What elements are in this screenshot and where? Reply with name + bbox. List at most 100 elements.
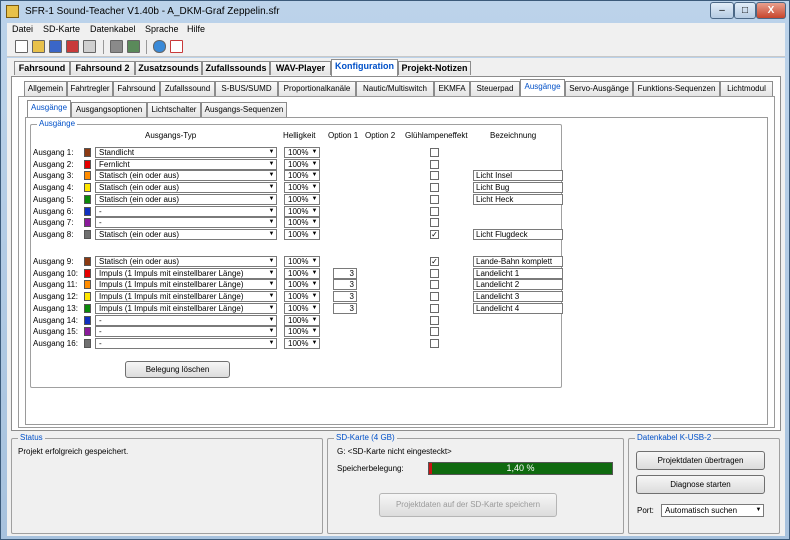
option1-input[interactable]: 3 (333, 279, 357, 290)
helligkeit-select[interactable]: 100% ▼ (284, 279, 320, 290)
tab-konfiguration[interactable]: Konfiguration (331, 59, 398, 76)
tab-projekt-notizen[interactable]: Projekt-Notizen (398, 61, 471, 75)
ausgangs-typ-select[interactable]: Impuls (1 Impuls mit einstellbarer Länge… (95, 279, 277, 290)
ausgangs-typ-select[interactable]: Impuls (1 Impuls mit einstellbarer Länge… (95, 303, 277, 314)
helligkeit-select[interactable]: 100% ▼ (284, 291, 320, 302)
helligkeit-select[interactable]: 100% ▼ (284, 170, 320, 181)
menu-sd-karte[interactable]: SD-Karte (43, 24, 80, 34)
bezeichnung-input[interactable]: Licht Flugdeck (473, 229, 563, 240)
ausgangs-typ-select[interactable]: Impuls (1 Impuls mit einstellbarer Länge… (95, 268, 277, 279)
bezeichnung-input[interactable]: Landelicht 1 (473, 268, 563, 279)
helligkeit-select[interactable]: 100% ▼ (284, 147, 320, 158)
helligkeit-select[interactable]: 100% ▼ (284, 315, 320, 326)
gluehlampe-checkbox[interactable] (430, 218, 439, 227)
ausgangs-typ-select[interactable]: - ▼ (95, 315, 277, 326)
tab-proportionalkanaele[interactable]: Proportionalkanäle (278, 81, 356, 96)
gluehlampe-checkbox[interactable]: ✓ (430, 257, 439, 266)
gluehlampe-checkbox[interactable] (430, 304, 439, 313)
tab-fahrsound[interactable]: Fahrsound (14, 61, 70, 75)
print-icon[interactable] (83, 40, 96, 53)
settings-icon[interactable] (110, 40, 123, 53)
helligkeit-select[interactable]: 100% ▼ (284, 217, 320, 228)
save-as-icon[interactable] (66, 40, 79, 53)
helligkeit-select[interactable]: 100% ▼ (284, 194, 320, 205)
menu-sprache[interactable]: Sprache (145, 24, 179, 34)
gluehlampe-checkbox[interactable] (430, 195, 439, 204)
music-note-icon[interactable] (153, 40, 166, 53)
tab-lichtschalter[interactable]: Lichtschalter (147, 102, 201, 117)
tab-nautic-multiswitch[interactable]: Nautic/Multiswitch (356, 81, 434, 96)
save-icon[interactable] (49, 40, 62, 53)
menu-hilfe[interactable]: Hilfe (187, 24, 205, 34)
gluehlampe-checkbox[interactable] (430, 269, 439, 278)
ausgangs-typ-select[interactable]: Standlicht ▼ (95, 147, 277, 158)
gluehlampe-checkbox[interactable] (430, 183, 439, 192)
gluehlampe-checkbox[interactable] (430, 148, 439, 157)
tab-zufallssound[interactable]: Zufallssound (160, 81, 215, 96)
ausgangs-typ-select[interactable]: Statisch (ein oder aus) ▼ (95, 170, 277, 181)
tab-fahrsound-2[interactable]: Fahrsound 2 (70, 61, 135, 75)
helligkeit-select[interactable]: 100% ▼ (284, 303, 320, 314)
bezeichnung-input[interactable]: Lande-Bahn komplett (473, 256, 563, 267)
tab-fahrsound-sub[interactable]: Fahrsound (113, 81, 160, 96)
tab-ausgangsoptionen[interactable]: Ausgangsoptionen (71, 102, 147, 117)
projektdaten-uebertragen-button[interactable]: Projektdaten übertragen (636, 451, 765, 470)
ausgangs-typ-select[interactable]: - ▼ (95, 206, 277, 217)
tab-ausgangs-sequenzen[interactable]: Ausgangs-Sequenzen (201, 102, 287, 117)
helligkeit-select[interactable]: 100% ▼ (284, 229, 320, 240)
close-button[interactable]: X (756, 2, 786, 19)
sd-speichern-button[interactable]: Projektdaten auf der SD-Karte speichern (379, 493, 557, 517)
gluehlampe-checkbox[interactable] (430, 171, 439, 180)
gluehlampe-checkbox[interactable] (430, 280, 439, 289)
tab-ausgaenge[interactable]: Ausgänge (520, 79, 565, 96)
port-select[interactable]: Automatisch suchen ▼ (661, 504, 764, 517)
ausgangs-typ-select[interactable]: Fernlicht ▼ (95, 159, 277, 170)
helligkeit-select[interactable]: 100% ▼ (284, 338, 320, 349)
bezeichnung-input[interactable]: Licht Insel (473, 170, 563, 181)
tab-sbus-sumd[interactable]: S-BUS/SUMD (215, 81, 278, 96)
helligkeit-select[interactable]: 100% ▼ (284, 268, 320, 279)
helligkeit-select[interactable]: 100% ▼ (284, 206, 320, 217)
gluehlampe-checkbox[interactable] (430, 316, 439, 325)
gluehlampe-checkbox[interactable] (430, 160, 439, 169)
helligkeit-select[interactable]: 100% ▼ (284, 326, 320, 337)
ausgangs-typ-select[interactable]: Statisch (ein oder aus) ▼ (95, 194, 277, 205)
bezeichnung-input[interactable]: Landelicht 3 (473, 291, 563, 302)
helligkeit-select[interactable]: 100% ▼ (284, 256, 320, 267)
tab-allgemein[interactable]: Allgemein (24, 81, 67, 96)
bezeichnung-input[interactable]: Licht Bug (473, 182, 563, 193)
ausgangs-typ-select[interactable]: - ▼ (95, 217, 277, 228)
bezeichnung-input[interactable]: Landelicht 2 (473, 279, 563, 290)
tab-fahrtregler[interactable]: Fahrtregler (67, 81, 113, 96)
gluehlampe-checkbox[interactable] (430, 207, 439, 216)
maximize-button[interactable]: □ (734, 2, 756, 19)
bezeichnung-input[interactable]: Licht Heck (473, 194, 563, 205)
gluehlampe-checkbox[interactable] (430, 327, 439, 336)
option1-input[interactable]: 3 (333, 291, 357, 302)
ausgangs-typ-select[interactable]: Statisch (ein oder aus) ▼ (95, 229, 277, 240)
helligkeit-select[interactable]: 100% ▼ (284, 159, 320, 170)
new-file-icon[interactable] (15, 40, 28, 53)
tab-ekmfa[interactable]: EKMFA (434, 81, 470, 96)
open-folder-icon[interactable] (32, 40, 45, 53)
bezeichnung-input[interactable]: Landelicht 4 (473, 303, 563, 314)
tab-zusatzsounds[interactable]: Zusatzsounds (135, 61, 202, 75)
ausgangs-typ-select[interactable]: - ▼ (95, 338, 277, 349)
option1-input[interactable]: 3 (333, 303, 357, 314)
stop-icon[interactable] (127, 40, 140, 53)
tab-servo-ausgaenge[interactable]: Servo-Ausgänge (565, 81, 633, 96)
helligkeit-select[interactable]: 100% ▼ (284, 182, 320, 193)
belegung-loeschen-button[interactable]: Belegung löschen (125, 361, 230, 378)
gluehlampe-checkbox[interactable]: ✓ (430, 230, 439, 239)
tab-zufallssounds[interactable]: Zufallssounds (202, 61, 270, 75)
tab-funktions-sequenzen[interactable]: Funktions-Sequenzen (633, 81, 720, 96)
ausgangs-typ-select[interactable]: Statisch (ein oder aus) ▼ (95, 182, 277, 193)
tab-wav-player[interactable]: WAV-Player (270, 61, 331, 75)
ausgangs-typ-select[interactable]: Impuls (1 Impuls mit einstellbarer Länge… (95, 291, 277, 302)
option1-input[interactable]: 3 (333, 268, 357, 279)
menu-datei[interactable]: Datei (12, 24, 33, 34)
tab-lichtmodul[interactable]: Lichtmodul (720, 81, 773, 96)
minimize-button[interactable]: – (710, 2, 734, 19)
menu-datenkabel[interactable]: Datenkabel (90, 24, 136, 34)
ausgangs-typ-select[interactable]: - ▼ (95, 326, 277, 337)
